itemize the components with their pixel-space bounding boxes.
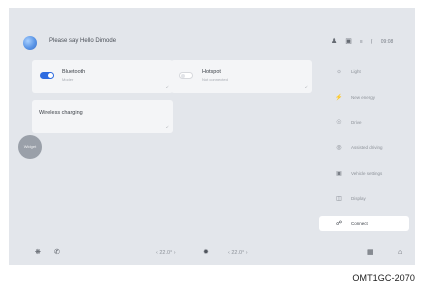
menu-item-label: Display (351, 196, 366, 201)
menu-item-light[interactable]: ☼ Light (319, 64, 409, 79)
expand-arrow-icon[interactable]: ↓ (303, 84, 309, 90)
menu-item-assisted-driving[interactable]: ◎ Assisted driving (319, 140, 409, 155)
bluetooth-subtitle: Moder (62, 77, 74, 82)
voice-assistant-greeting: Please say Hello Dimode (49, 38, 117, 44)
wireless-charging-card[interactable]: Wireless charging ↓ (32, 100, 173, 133)
vehicle-settings-icon: ▣ (336, 171, 342, 177)
home-icon[interactable]: ⌂ (398, 248, 402, 258)
hotspot-subtitle: Not connected (202, 77, 228, 82)
new-energy-icon: ⚡ (335, 95, 343, 101)
hotspot-card[interactable]: Hotspot Not connected ↓ (171, 60, 312, 93)
voice-assistant-icon[interactable] (23, 36, 37, 50)
light-icon: ☼ (336, 68, 342, 75)
user-icon[interactable]: ♟ (331, 36, 337, 48)
steering-icon[interactable]: ❋ (35, 248, 41, 258)
infotainment-screen: Please say Hello Dimode ♟ ▣ ≡ ⌈ 09:08 Bl… (9, 8, 415, 265)
left-temperature[interactable]: ‹ 22.0° › (156, 248, 176, 258)
signal-icon: ≡ (359, 39, 363, 45)
status-bar: ♟ ▣ ≡ ⌈ 09:08 (331, 36, 393, 48)
expand-arrow-icon[interactable]: ↓ (164, 84, 170, 90)
floating-widget-button[interactable]: Widget (18, 135, 42, 159)
menu-item-label: Drive (351, 120, 362, 125)
seat-heat-icon[interactable]: ▦ (367, 248, 374, 258)
figure-caption: OMT1GC-2070 (352, 273, 415, 283)
phone-icon[interactable]: ✆ (54, 248, 60, 258)
assisted-driving-icon: ◎ (336, 145, 342, 151)
bluetooth-toggle[interactable] (40, 72, 54, 79)
camera-icon: ▣ (345, 38, 352, 45)
clock-time: 09:08 (380, 39, 394, 45)
menu-item-display[interactable]: ◫ Display (319, 191, 409, 206)
menu-item-label: Assisted driving (351, 145, 383, 150)
menu-item-label: New energy (351, 95, 376, 100)
right-temperature[interactable]: ‹ 22.0° › (228, 248, 248, 258)
wifi-icon: ⌈ (370, 39, 373, 45)
menu-item-vehicle-settings[interactable]: ▣ Vehicle settings (319, 166, 409, 181)
drive-icon: ☉ (336, 120, 342, 126)
menu-item-label: Light (351, 69, 361, 74)
menu-item-drive[interactable]: ☉ Drive (319, 115, 409, 130)
fan-icon[interactable]: ✹ (203, 248, 209, 258)
hotspot-title: Hotspot (202, 69, 221, 75)
expand-arrow-icon[interactable]: ↓ (164, 124, 170, 130)
figure-frame: Please say Hello Dimode ♟ ▣ ≡ ⌈ 09:08 Bl… (0, 0, 421, 288)
bluetooth-card[interactable]: Bluetooth Moder ↓ (32, 60, 173, 93)
menu-item-label: Connect (351, 221, 368, 226)
display-icon: ◫ (336, 196, 342, 202)
hotspot-toggle[interactable] (179, 72, 193, 79)
bluetooth-title: Bluetooth (62, 69, 86, 75)
wireless-charging-title: Wireless charging (39, 110, 83, 116)
menu-item-new-energy[interactable]: ⚡ New energy (319, 90, 409, 105)
menu-item-connect[interactable]: ☍ Connect (319, 216, 409, 231)
floating-widget-label: Widget (23, 144, 37, 149)
menu-item-label: Vehicle settings (351, 171, 383, 176)
connect-icon: ☍ (335, 221, 343, 227)
